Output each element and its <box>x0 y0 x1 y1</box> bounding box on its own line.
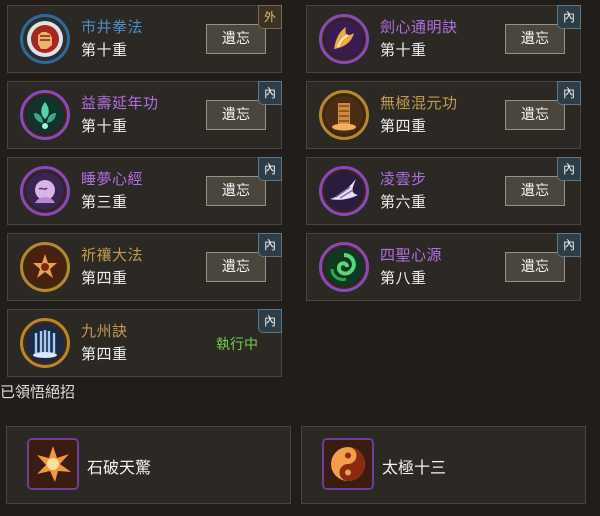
skill-name: 四聖心源 <box>380 246 443 264</box>
active-status: 執行中 <box>216 337 258 353</box>
skill-name: 睡夢心經 <box>81 170 144 188</box>
skill-level: 第四重 <box>380 117 427 135</box>
forget-button[interactable]: 遺忘 <box>504 175 566 207</box>
tag-external-badge: 外 <box>258 5 282 29</box>
skill-name: 凌雲步 <box>380 170 427 188</box>
skill-card-sisheng-xinyuan: 四聖心源 第八重 遺忘 內 <box>306 233 581 301</box>
tag-internal-badge: 內 <box>258 157 282 181</box>
skill-card-lingyun-bu: 凌雲步 第六重 遺忘 內 <box>306 157 581 225</box>
skill-level: 第六重 <box>380 193 427 211</box>
forget-button[interactable]: 遺忘 <box>504 251 566 283</box>
rock-burst-icon <box>27 438 79 490</box>
section-title-learned-combos: 已領悟絕招 <box>0 383 76 401</box>
martial-arts-panel: 市井拳法 第十重 遺忘 外 劍心通明訣 第十重 遺忘 內 益壽延年功 第十重 遺… <box>0 0 600 516</box>
skill-level: 第八重 <box>380 269 427 287</box>
forget-button[interactable]: 遺忘 <box>504 23 566 55</box>
skill-card-jiuzhou-jue: 九州訣 第四重 執行中 內 <box>7 309 282 377</box>
combo-name: 太極十三 <box>382 458 447 477</box>
forget-button[interactable]: 遺忘 <box>205 175 267 207</box>
skill-name: 祈禳大法 <box>81 246 144 264</box>
combo-name: 石破天驚 <box>87 458 152 477</box>
lotus-icon <box>20 90 70 140</box>
skill-name: 市井拳法 <box>81 18 144 36</box>
dream-icon <box>20 166 70 216</box>
skill-card-yishou-yannian: 益壽延年功 第十重 遺忘 內 <box>7 81 282 149</box>
wing-icon <box>319 166 369 216</box>
tag-internal-badge: 內 <box>258 309 282 333</box>
skill-name: 無極混元功 <box>380 94 458 112</box>
taiji-icon <box>322 438 374 490</box>
combo-card-shipo-tianjing[interactable]: 石破天驚 <box>6 426 291 504</box>
tag-internal-badge: 內 <box>557 157 581 181</box>
skill-card-wuji-hunyuan: 無極混元功 第四重 遺忘 內 <box>306 81 581 149</box>
claw-flame-icon <box>319 14 369 64</box>
fist-icon <box>20 14 70 64</box>
skill-level: 第十重 <box>380 41 427 59</box>
skill-level: 第四重 <box>81 345 128 363</box>
skill-level: 第十重 <box>81 41 128 59</box>
skill-level: 第十重 <box>81 117 128 135</box>
skill-level: 第三重 <box>81 193 128 211</box>
vortex-icon <box>319 242 369 292</box>
forget-button[interactable]: 遺忘 <box>205 23 267 55</box>
forget-button[interactable]: 遺忘 <box>205 99 267 131</box>
skill-name: 九州訣 <box>81 322 128 340</box>
skill-card-jianxin-tongming: 劍心通明訣 第十重 遺忘 內 <box>306 5 581 73</box>
tag-internal-badge: 內 <box>557 233 581 257</box>
skill-card-shuimeng-xinjing: 睡夢心經 第三重 遺忘 內 <box>7 157 282 225</box>
combo-card-taiji-shisan[interactable]: 太極十三 <box>301 426 586 504</box>
tag-internal-badge: 內 <box>557 81 581 105</box>
tag-internal-badge: 內 <box>557 5 581 29</box>
skill-card-qirang-dafa: 祈禳大法 第四重 遺忘 內 <box>7 233 282 301</box>
tag-internal-badge: 內 <box>258 233 282 257</box>
forget-button[interactable]: 遺忘 <box>205 251 267 283</box>
seal-icon <box>20 242 70 292</box>
skill-name: 劍心通明訣 <box>380 18 458 36</box>
forget-button[interactable]: 遺忘 <box>504 99 566 131</box>
columns-icon <box>20 318 70 368</box>
skill-level: 第四重 <box>81 269 128 287</box>
skill-card-shijing-quanfa: 市井拳法 第十重 遺忘 外 <box>7 5 282 73</box>
skill-name: 益壽延年功 <box>81 94 159 112</box>
pillar-icon <box>319 90 369 140</box>
tag-internal-badge: 內 <box>258 81 282 105</box>
